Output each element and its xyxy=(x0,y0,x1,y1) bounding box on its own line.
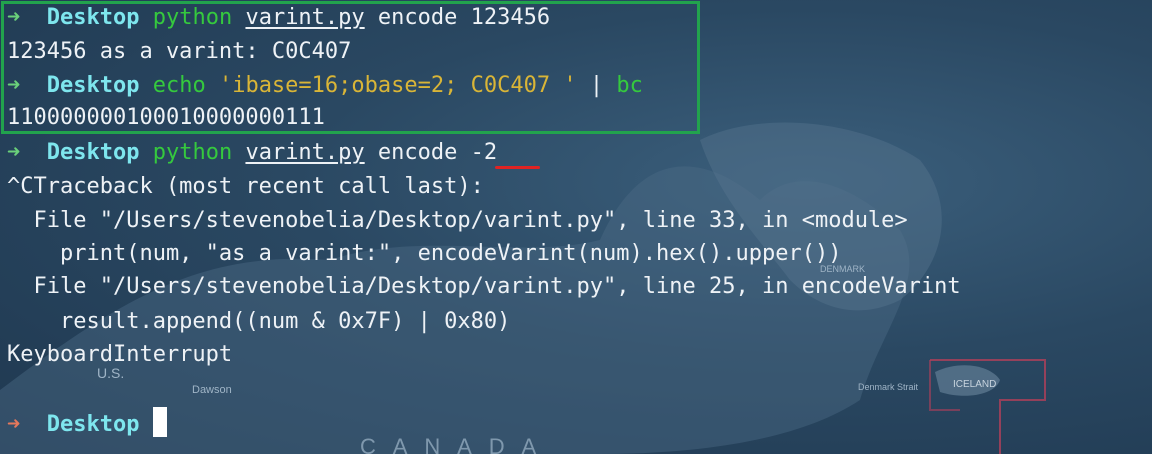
error-line: KeyboardInterrupt xyxy=(7,342,233,367)
prompt-dir: Desktop xyxy=(46,140,140,165)
prompt-line-current[interactable]: ➜ Desktop xyxy=(7,407,167,441)
prompt-dir: Desktop xyxy=(46,412,140,437)
traceback-line-2: File "/Users/stevenobelia/Desktop/varint… xyxy=(7,208,908,233)
prompt-line-3: ➜ Desktop python varint.py encode -2 xyxy=(7,136,497,170)
highlight-box xyxy=(1,1,700,134)
traceback-line-5: result.append((num & 0x7F) | 0x80) xyxy=(7,309,511,334)
highlight-underline xyxy=(495,166,540,169)
prompt-arrow-icon: ➜ xyxy=(7,140,21,165)
traceback-line-3: print(num, "as a varint:", encodeVarint(… xyxy=(7,241,842,266)
traceback-line-4: File "/Users/stevenobelia/Desktop/varint… xyxy=(7,274,961,299)
command-arg-negative: -2 xyxy=(470,140,498,165)
command-name: python xyxy=(152,140,233,165)
command-args: encode xyxy=(377,140,458,165)
text-cursor xyxy=(152,407,167,437)
traceback-line-1: ^CTraceback (most recent call last): xyxy=(7,174,484,199)
prompt-arrow-icon: ➜ xyxy=(7,412,21,437)
command-file: varint.py xyxy=(245,140,365,165)
